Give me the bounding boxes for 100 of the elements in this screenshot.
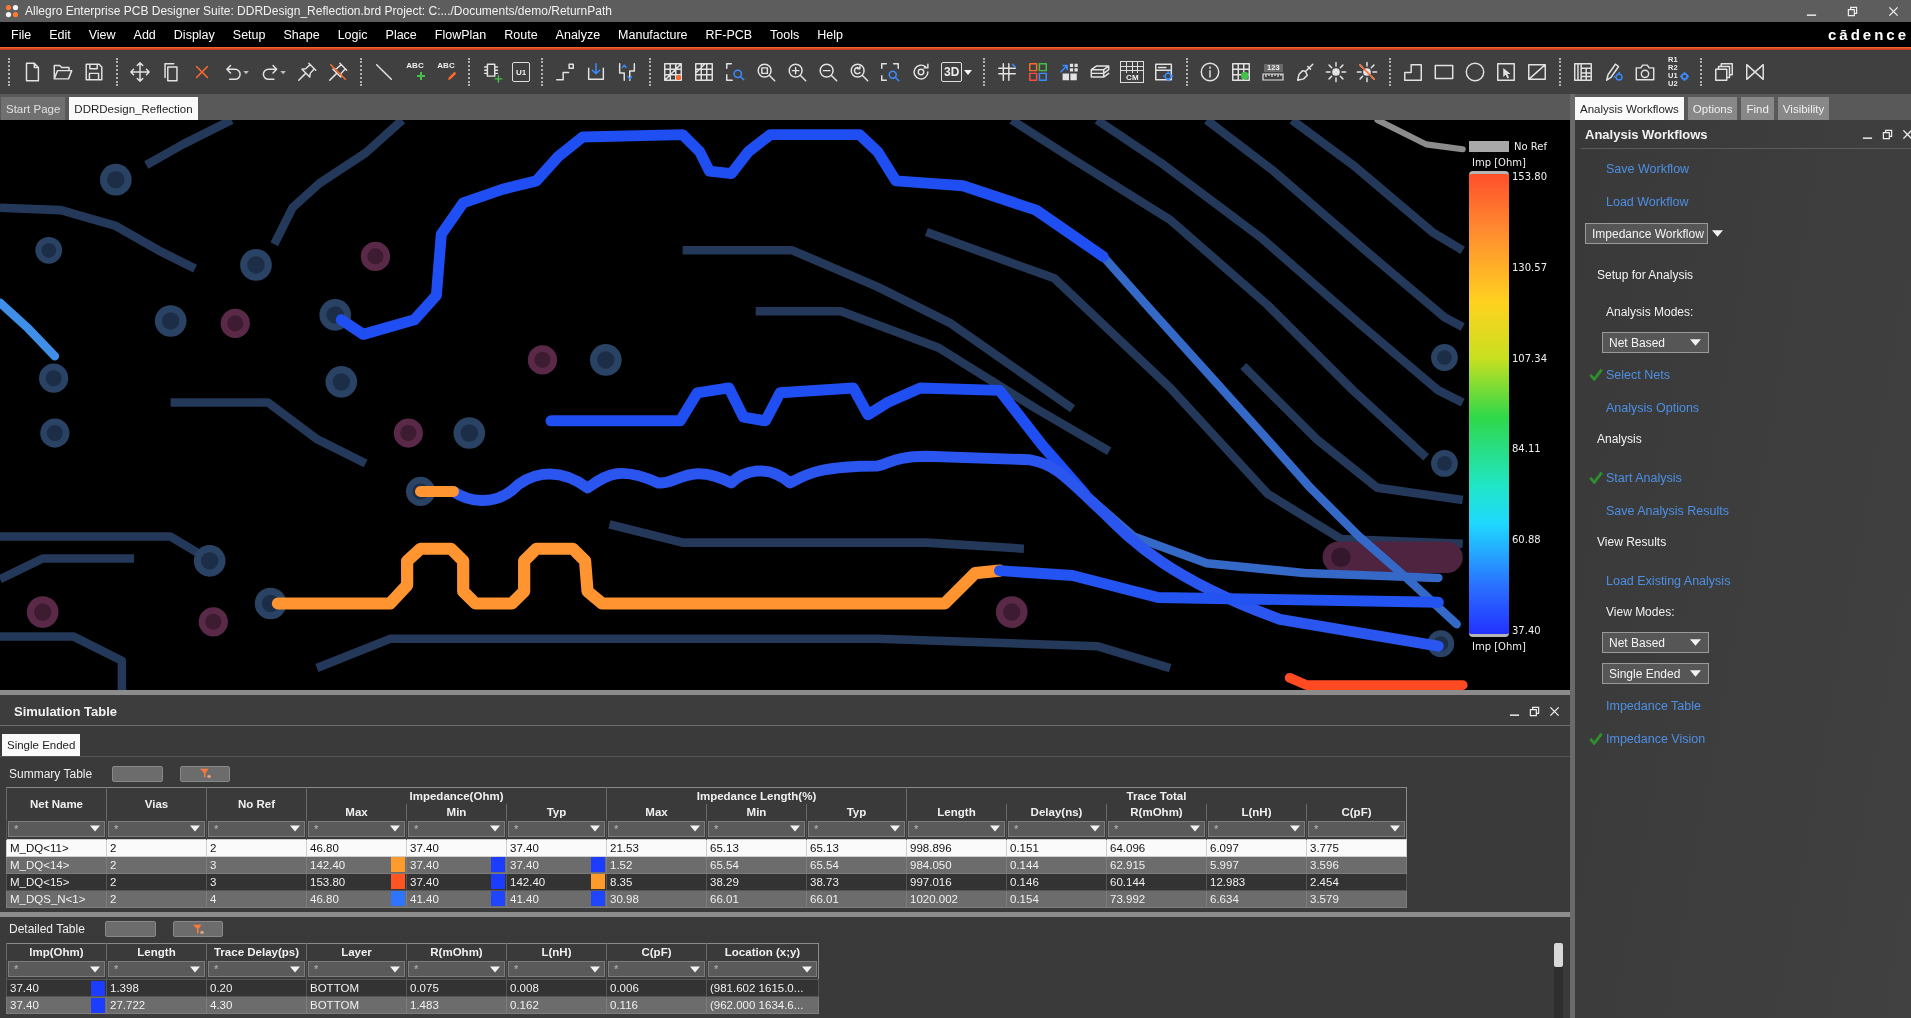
zoom-fit-icon[interactable] — [755, 61, 777, 83]
blank-button[interactable] — [112, 765, 163, 782]
filter-dropdown[interactable]: * — [308, 961, 405, 977]
menu-item[interactable]: Help — [808, 25, 852, 44]
filter-dropdown[interactable]: * — [108, 961, 205, 977]
refresh-icon[interactable] — [910, 61, 932, 83]
filter-dropdown[interactable]: * — [8, 961, 105, 977]
column-header[interactable]: Typ — [506, 803, 607, 820]
diagonal-box-icon[interactable] — [1526, 61, 1549, 83]
column-header[interactable]: Min — [406, 803, 507, 820]
edit-text-button[interactable]: ABC — [435, 61, 457, 83]
caret-icon[interactable] — [290, 965, 300, 973]
workflow-link[interactable]: Select Nets — [1589, 367, 1670, 382]
caret-icon[interactable] — [1190, 825, 1200, 832]
bend-arrows-icon[interactable] — [616, 61, 638, 83]
zoom-in-icon[interactable] — [786, 61, 808, 83]
column-header[interactable]: Typ — [806, 803, 907, 820]
grid-marker-icon[interactable] — [662, 61, 684, 83]
column-header[interactable]: L(nH) — [506, 943, 607, 960]
menu-item[interactable]: Manufacture — [609, 25, 697, 44]
line-icon[interactable] — [373, 61, 395, 83]
column-header[interactable]: Length — [906, 803, 1007, 820]
caret-icon[interactable] — [490, 965, 500, 973]
menu-item[interactable]: Place — [376, 25, 426, 44]
crossed-sun-icon[interactable] — [1356, 61, 1379, 83]
restore-icon[interactable] — [1882, 128, 1893, 140]
zoom-area-icon[interactable] — [879, 61, 901, 83]
column-header[interactable]: No Ref — [206, 787, 307, 820]
caret-icon[interactable] — [390, 825, 400, 832]
menu-item[interactable]: View — [79, 25, 125, 44]
column-header[interactable]: Length — [106, 943, 207, 960]
step-line-icon[interactable] — [554, 61, 576, 83]
scrollbar-thumb[interactable] — [1554, 943, 1563, 967]
pin-icon[interactable] — [296, 61, 318, 83]
cursor-box-icon[interactable] — [1495, 61, 1518, 83]
filter-dropdown[interactable]: * — [208, 961, 305, 977]
filter-dropdown[interactable]: * — [508, 961, 605, 977]
caret-icon[interactable] — [590, 965, 600, 973]
menu-item[interactable]: Edit — [40, 25, 80, 44]
menu-item[interactable]: Shape — [274, 25, 329, 44]
pen-gear-icon[interactable] — [1603, 61, 1626, 83]
column-header[interactable]: L(nH) — [1206, 803, 1307, 820]
column-header[interactable]: Imp(Ohm) — [6, 943, 107, 960]
document-tab[interactable]: Start Page — [1, 97, 66, 120]
filter-dropdown[interactable]: * — [408, 961, 505, 977]
filter-button[interactable] — [180, 765, 230, 782]
column-header[interactable]: Trace Delay(ps) — [206, 943, 307, 960]
caret-icon[interactable] — [890, 825, 900, 832]
cm-grid-button[interactable]: CM — [1120, 61, 1145, 83]
caret-icon[interactable] — [690, 965, 700, 973]
board-canvas[interactable]: No Ref Imp [Ohm] 153.80 130.57 107.34 84.11 60.88 37.40 Imp [Ohm] — [0, 120, 1570, 690]
dropdown[interactable]: Single Ended — [1602, 663, 1709, 684]
column-header[interactable]: Vias — [106, 787, 207, 820]
windows-icon[interactable] — [1713, 61, 1736, 83]
caret-icon[interactable] — [390, 965, 400, 973]
caret-icon[interactable] — [964, 69, 973, 75]
caret-icon[interactable] — [990, 825, 1000, 832]
filter-button[interactable] — [173, 921, 223, 938]
hash-grid-icon[interactable] — [996, 61, 1019, 83]
menu-item[interactable]: FlowPlan — [425, 25, 496, 44]
workflow-link[interactable]: Load Workflow — [1606, 194, 1689, 209]
filter-dropdown[interactable]: * — [608, 820, 705, 837]
menu-item[interactable]: Tools — [761, 25, 809, 44]
panel-tab[interactable]: Analysis Workflows — [1575, 97, 1684, 120]
filter-dropdown[interactable]: * — [1308, 820, 1405, 837]
column-header[interactable]: Max — [606, 803, 707, 820]
crossed-pin-icon[interactable] — [327, 61, 349, 83]
caret-icon[interactable] — [1390, 825, 1400, 832]
caret-icon[interactable] — [802, 965, 812, 973]
filter-dropdown[interactable]: * — [208, 820, 305, 837]
menu-item[interactable]: Setup — [223, 25, 275, 44]
restore-icon[interactable] — [1847, 5, 1858, 17]
spreadsheet-icon[interactable] — [1572, 61, 1595, 83]
workflow-link[interactable]: Save Workflow — [1606, 161, 1690, 176]
filter-dropdown[interactable]: * — [808, 820, 905, 837]
caret-icon[interactable] — [90, 825, 100, 832]
menu-item[interactable]: RF-PCB — [696, 25, 762, 44]
caret-icon[interactable] — [590, 825, 600, 832]
info-icon[interactable] — [1199, 61, 1222, 83]
camera-icon[interactable] — [1634, 61, 1657, 83]
menu-item[interactable]: Display — [164, 25, 224, 44]
grid-info-icon[interactable] — [1230, 61, 1253, 83]
menu-item[interactable]: Analyze — [546, 25, 610, 44]
add-text-button[interactable]: ABC — [404, 61, 426, 83]
filter-dropdown[interactable]: * — [708, 961, 817, 977]
filter-dropdown[interactable]: * — [108, 820, 205, 837]
caret-icon[interactable] — [790, 825, 800, 832]
caret-icon[interactable] — [1690, 339, 1701, 346]
filter-dropdown[interactable]: * — [8, 820, 105, 837]
column-header[interactable]: C(pF) — [1306, 803, 1407, 820]
column-header[interactable]: Min — [706, 803, 807, 820]
filter-dropdown[interactable]: * — [308, 820, 405, 837]
caret-icon[interactable] — [1290, 825, 1300, 832]
filter-dropdown[interactable]: * — [1208, 820, 1305, 837]
close-icon[interactable] — [1888, 5, 1899, 17]
bowtie-icon[interactable] — [1744, 61, 1767, 83]
zoom-previous-icon[interactable] — [848, 61, 870, 83]
column-header[interactable]: C(pF) — [606, 943, 707, 960]
sun-icon[interactable] — [1325, 61, 1348, 83]
scrollbar-track[interactable] — [1554, 943, 1563, 1018]
